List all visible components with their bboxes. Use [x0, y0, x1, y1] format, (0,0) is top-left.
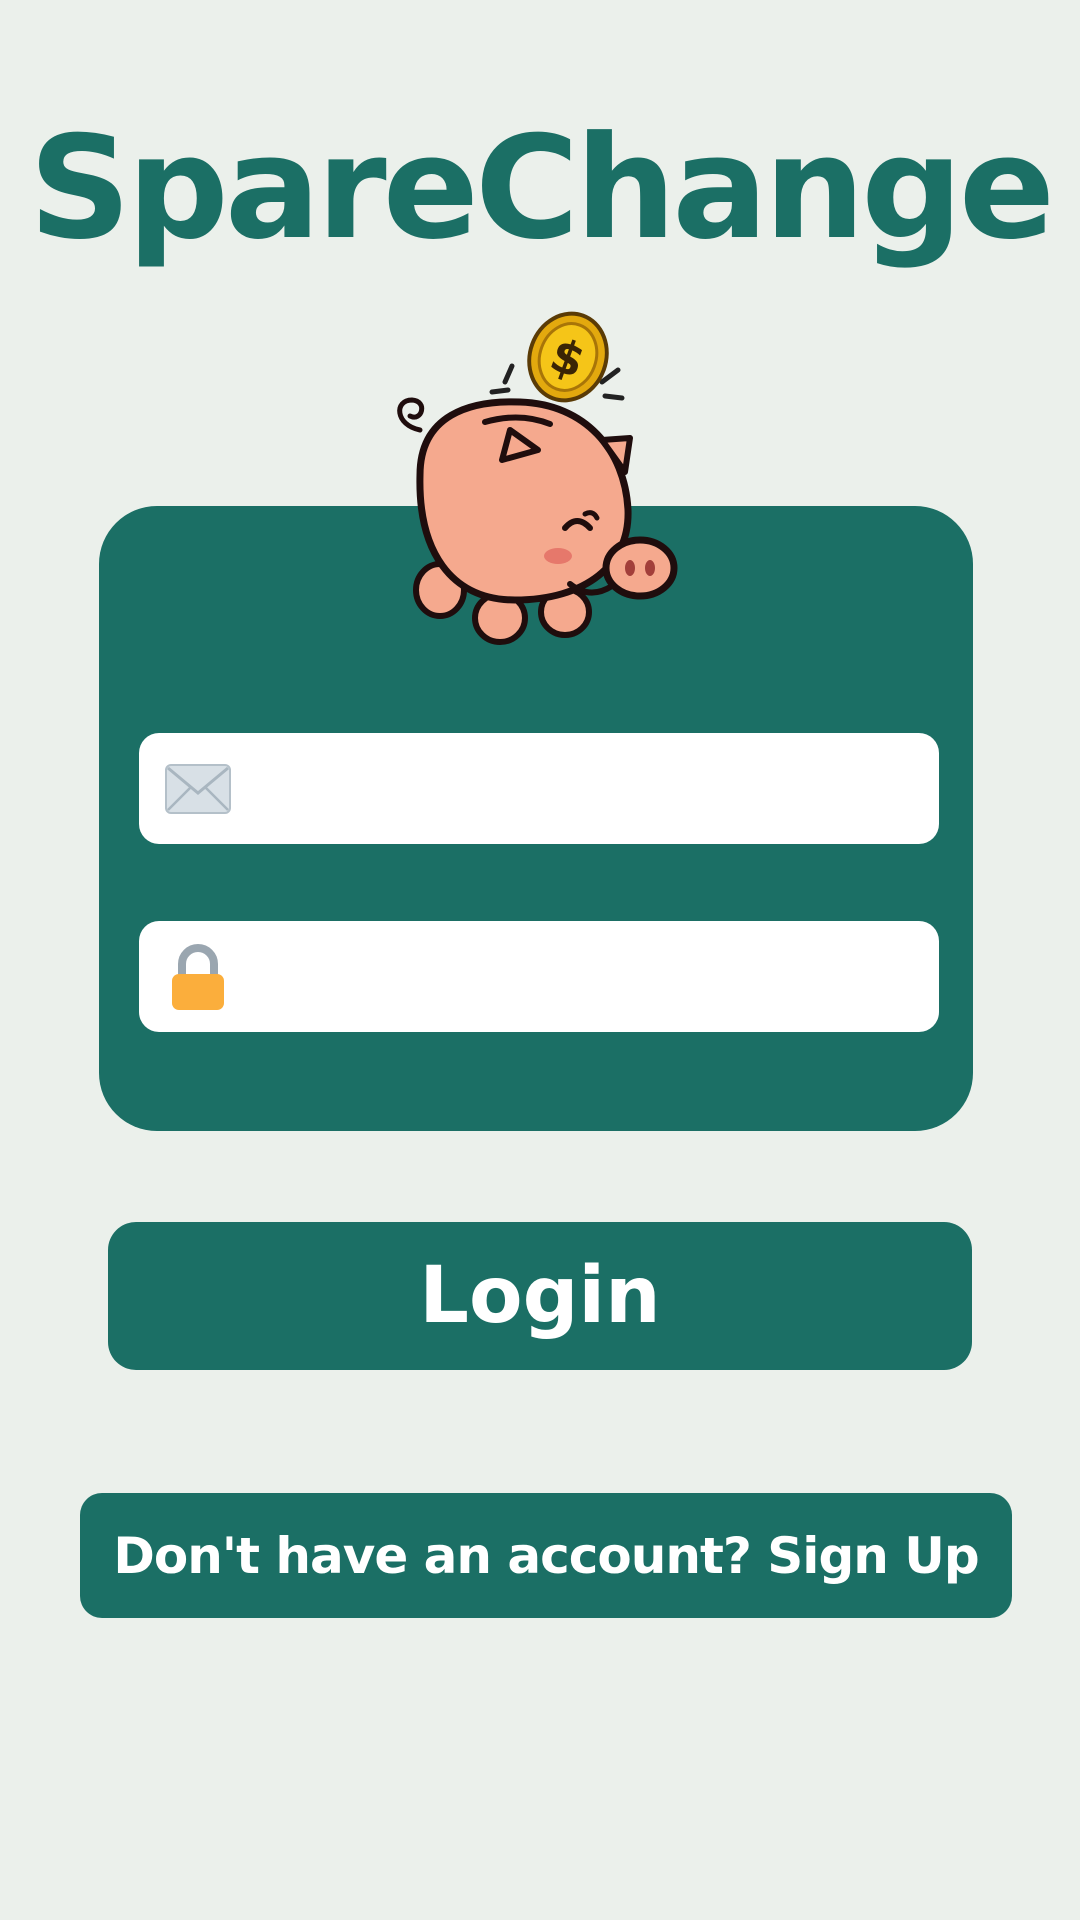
email-input[interactable]	[232, 733, 939, 844]
login-button[interactable]: Login	[108, 1222, 972, 1370]
envelope-icon	[164, 755, 232, 823]
lock-icon	[164, 943, 232, 1011]
email-field[interactable]	[139, 733, 939, 844]
signup-button[interactable]: Don't have an account? Sign Up	[80, 1493, 1012, 1618]
piggy-bank-with-coin-icon: $	[380, 300, 700, 660]
app-title: SpareChange	[28, 106, 1055, 271]
password-input[interactable]	[232, 921, 939, 1032]
password-field[interactable]	[139, 921, 939, 1032]
